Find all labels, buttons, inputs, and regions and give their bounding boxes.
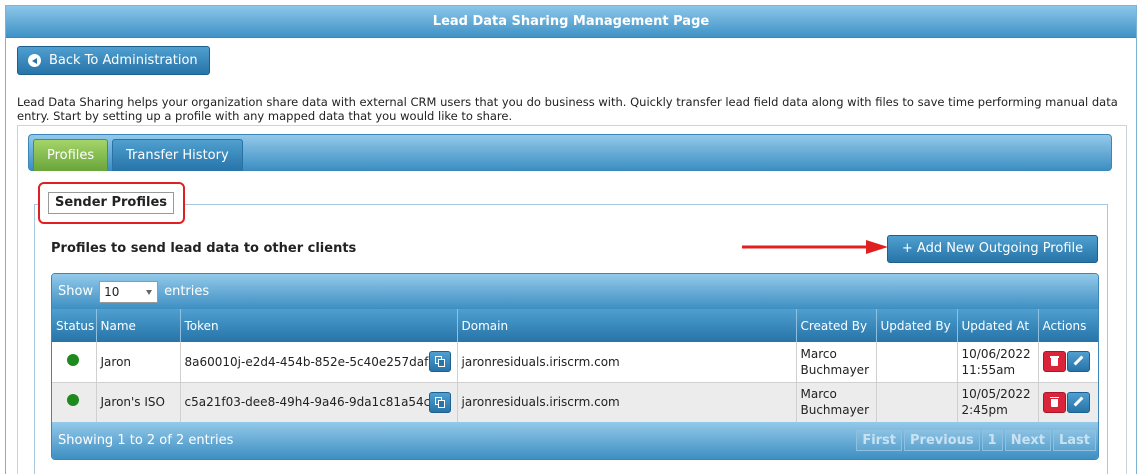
status-cell [52, 382, 97, 423]
table-footer: Showing 1 to 2 of 2 entries First Previo… [52, 422, 1098, 459]
column-header-updated-by[interactable]: Updated By [876, 309, 958, 342]
entries-label: entries [164, 284, 210, 299]
updated-at-cell: 10/05/2022 2:45pm [957, 382, 1039, 423]
table-header-row: Status Name Token Domain Created By Upda… [52, 309, 1098, 342]
edit-profile-button[interactable] [1066, 391, 1090, 413]
annotation-highlight-box: Sender Profiles [38, 182, 185, 224]
name-cell: Jaron's ISO [96, 382, 181, 423]
table-row: Jaron 8a60010j-e2d4-454b-852e-5c40e257da… [52, 342, 1098, 383]
updated-by-cell [876, 342, 958, 383]
column-header-actions: Actions [1038, 309, 1098, 342]
token-value: c5a21f03-dee8-49h4-9a46-9da1c81a54c4 [184, 395, 438, 409]
page-container: Lead Data Sharing Management Page Back T… [5, 5, 1137, 474]
token-cell: 8a60010j-e2d4-454b-852e-5c40e257daf0 [180, 342, 458, 383]
sender-profiles-legend: Sender Profiles [48, 192, 174, 214]
token-value: 8a60010j-e2d4-454b-852e-5c40e257daf0 [184, 354, 437, 369]
intro-text: Lead Data Sharing helps your organizatio… [17, 95, 1118, 123]
annotation-arrow-icon [742, 240, 888, 254]
pagination: First Previous 1 Next Last [854, 430, 1096, 451]
column-header-created-by[interactable]: Created By [796, 309, 877, 342]
pager-next-button[interactable]: Next [1004, 430, 1051, 451]
status-cell [52, 342, 97, 383]
delete-profile-button[interactable] [1042, 351, 1066, 373]
domain-cell: jaronresiduals.iriscrm.com [457, 342, 797, 383]
profiles-table-wrapper: Show 10 entries Status Name Token Domain… [51, 273, 1099, 460]
page-size-value: 10 [104, 284, 120, 299]
show-label: Show [58, 284, 94, 299]
tab-panel: Profiles Transfer History Sender Profile… [17, 125, 1127, 474]
pager-last-button[interactable]: Last [1052, 430, 1096, 451]
created-by-cell: Marco Buchmayer [796, 382, 877, 423]
table-length-control: Show 10 entries [52, 274, 1098, 309]
delete-profile-button[interactable] [1042, 391, 1066, 413]
chevron-down-icon [146, 289, 153, 295]
actions-cell [1038, 342, 1098, 383]
page-title: Lead Data Sharing Management Page [6, 6, 1136, 38]
pager-previous-button[interactable]: Previous [904, 430, 980, 451]
copy-token-button[interactable] [428, 351, 451, 372]
page-size-select[interactable]: 10 [99, 280, 159, 303]
back-button-label: Back To Administration [49, 53, 198, 68]
column-header-name[interactable]: Name [96, 309, 181, 342]
table-row: Jaron's ISO c5a21f03-dee8-49h4-9a46-9da1… [52, 382, 1098, 423]
pager-first-button[interactable]: First [856, 430, 903, 451]
updated-by-cell [876, 382, 958, 423]
copy-token-button[interactable] [428, 391, 451, 413]
pager-page-1-button[interactable]: 1 [981, 430, 1003, 451]
status-active-icon [67, 394, 79, 406]
updated-at-cell: 10/06/2022 11:55am [957, 342, 1039, 383]
tab-profiles[interactable]: Profiles [33, 139, 109, 171]
add-new-outgoing-profile-button[interactable]: + Add New Outgoing Profile [887, 235, 1098, 263]
tab-transfer-history[interactable]: Transfer History [112, 139, 243, 171]
arrow-left-circle-icon [28, 54, 41, 67]
profiles-table: Status Name Token Domain Created By Upda… [52, 309, 1098, 423]
column-header-updated-at[interactable]: Updated At [957, 309, 1039, 342]
actions-cell [1038, 382, 1098, 423]
token-cell: c5a21f03-dee8-49h4-9a46-9da1c81a54c4 [180, 382, 458, 423]
edit-profile-button[interactable] [1066, 351, 1090, 373]
column-header-token[interactable]: Token [180, 309, 458, 342]
column-header-status[interactable]: Status [52, 309, 97, 342]
status-active-icon [67, 353, 79, 366]
name-cell: Jaron [96, 342, 181, 383]
tab-bar: Profiles Transfer History [28, 134, 1112, 171]
section-title: Profiles to send lead data to other clie… [51, 241, 357, 256]
table-info: Showing 1 to 2 of 2 entries [58, 433, 234, 448]
created-by-cell: Marco Buchmayer [796, 342, 877, 383]
domain-cell: jaronresiduals.iriscrm.com [457, 382, 797, 423]
back-to-administration-button[interactable]: Back To Administration [17, 46, 210, 75]
column-header-domain[interactable]: Domain [457, 309, 797, 342]
